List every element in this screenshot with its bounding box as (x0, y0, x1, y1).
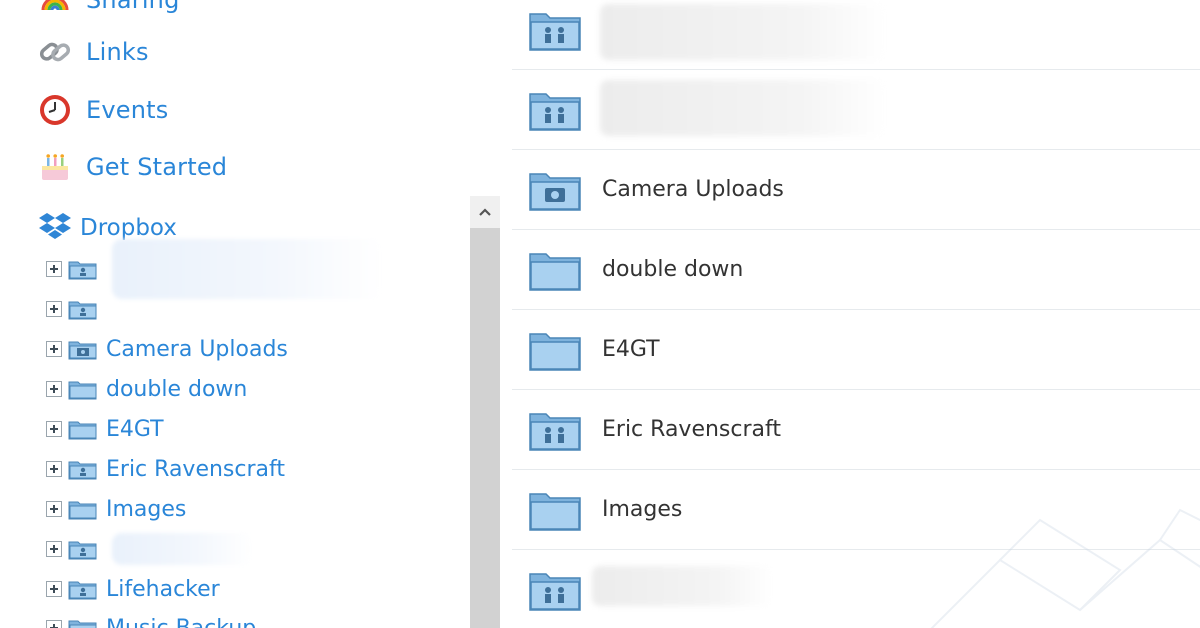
clock-icon (38, 93, 72, 127)
file-row-eric-ravenscraft[interactable]: Eric Ravenscraft (512, 390, 1200, 470)
nav-events-label: Events (86, 96, 169, 124)
expand-icon[interactable] (46, 381, 62, 397)
expand-icon[interactable] (46, 421, 62, 437)
expand-icon[interactable] (46, 301, 62, 317)
expand-icon[interactable] (46, 261, 62, 277)
file-row[interactable] (512, 0, 1200, 70)
file-row[interactable] (512, 70, 1200, 150)
tree-item-label: Camera Uploads (106, 336, 288, 362)
nav-sharing[interactable]: Sharing (38, 0, 180, 20)
camera-folder-icon (529, 172, 581, 211)
scrollbar[interactable] (470, 196, 500, 628)
shared-folder-icon (68, 301, 97, 320)
sidebar: Sharing Links Events Get Started Dropbox… (0, 0, 470, 628)
tree-item-label: E4GT (106, 416, 164, 442)
nav-links-label: Links (86, 38, 149, 66)
nav-get-started-label: Get Started (86, 153, 228, 181)
scroll-up-button[interactable] (470, 196, 500, 228)
folder-icon (529, 252, 581, 291)
tree-item-label: Eric Ravenscraft (106, 456, 285, 482)
file-name: double down (602, 257, 744, 282)
tree-item-label: Images (106, 496, 187, 522)
file-name: Camera Uploads (602, 177, 784, 202)
tree-root-label: Dropbox (80, 215, 177, 241)
file-name: Eric Ravenscraft (602, 417, 781, 442)
file-row-camera-uploads[interactable]: Camera Uploads (512, 150, 1200, 230)
dropbox-icon (38, 211, 72, 245)
shared-folder-icon (529, 92, 581, 131)
expand-icon[interactable] (46, 581, 62, 597)
nav-get-started[interactable]: Get Started (38, 147, 227, 187)
chevron-up-icon (479, 208, 491, 216)
tree-item-lifehacker[interactable]: Lifehacker (46, 573, 220, 605)
tree-item[interactable] (46, 533, 252, 565)
expand-icon[interactable] (46, 620, 62, 628)
folder-icon (529, 492, 581, 531)
cake-icon (38, 150, 72, 184)
folder-icon (68, 381, 97, 400)
file-row-e4gt[interactable]: E4GT (512, 310, 1200, 390)
nav-links[interactable]: Links (38, 32, 149, 72)
dropbox-watermark-icon (930, 508, 1200, 628)
shared-folder-icon (529, 573, 581, 611)
shared-folder-icon (68, 261, 97, 280)
file-name: Images (602, 497, 683, 522)
chain-link-icon (38, 35, 72, 69)
tree-item-e4gt[interactable]: E4GT (46, 413, 164, 445)
tree-item[interactable] (46, 239, 382, 299)
tree-item-label: Lifehacker (106, 576, 220, 602)
shared-folder-icon (68, 461, 97, 480)
folder-icon (68, 501, 97, 520)
folder-icon (68, 421, 97, 440)
shared-folder-icon (68, 541, 97, 560)
redacted-label (592, 566, 772, 606)
tree-item[interactable] (46, 293, 106, 325)
tree-item-eric-ravenscraft[interactable]: Eric Ravenscraft (46, 453, 285, 485)
expand-icon[interactable] (46, 341, 62, 357)
expand-icon[interactable] (46, 541, 62, 557)
tree-item-double-down[interactable]: double down (46, 373, 247, 405)
camera-folder-icon (68, 341, 97, 360)
tree-item-camera-uploads[interactable]: Camera Uploads (46, 333, 288, 365)
shared-folder-icon (68, 620, 97, 628)
shared-folder-icon (529, 12, 581, 51)
tree-item-label: Music Backup (106, 615, 257, 628)
nav-events[interactable]: Events (38, 90, 168, 130)
tree-item-music-backup[interactable]: Music Backup (46, 612, 256, 628)
shared-folder-icon (529, 412, 581, 451)
rainbow-icon (38, 0, 72, 17)
file-list: Camera Uploads double down E4GT Eric Rav… (512, 0, 1200, 628)
file-name: E4GT (602, 337, 660, 362)
folder-icon (529, 332, 581, 371)
redacted-label (600, 4, 886, 60)
shared-folder-icon (68, 581, 97, 600)
redacted-label (112, 533, 252, 565)
tree-item-images[interactable]: Images (46, 493, 186, 525)
expand-icon[interactable] (46, 501, 62, 517)
expand-icon[interactable] (46, 461, 62, 477)
redacted-label (600, 80, 886, 136)
tree-item-label: double down (106, 376, 248, 402)
file-row-double-down[interactable]: double down (512, 230, 1200, 310)
nav-sharing-label: Sharing (86, 0, 180, 14)
redacted-label (112, 239, 382, 299)
